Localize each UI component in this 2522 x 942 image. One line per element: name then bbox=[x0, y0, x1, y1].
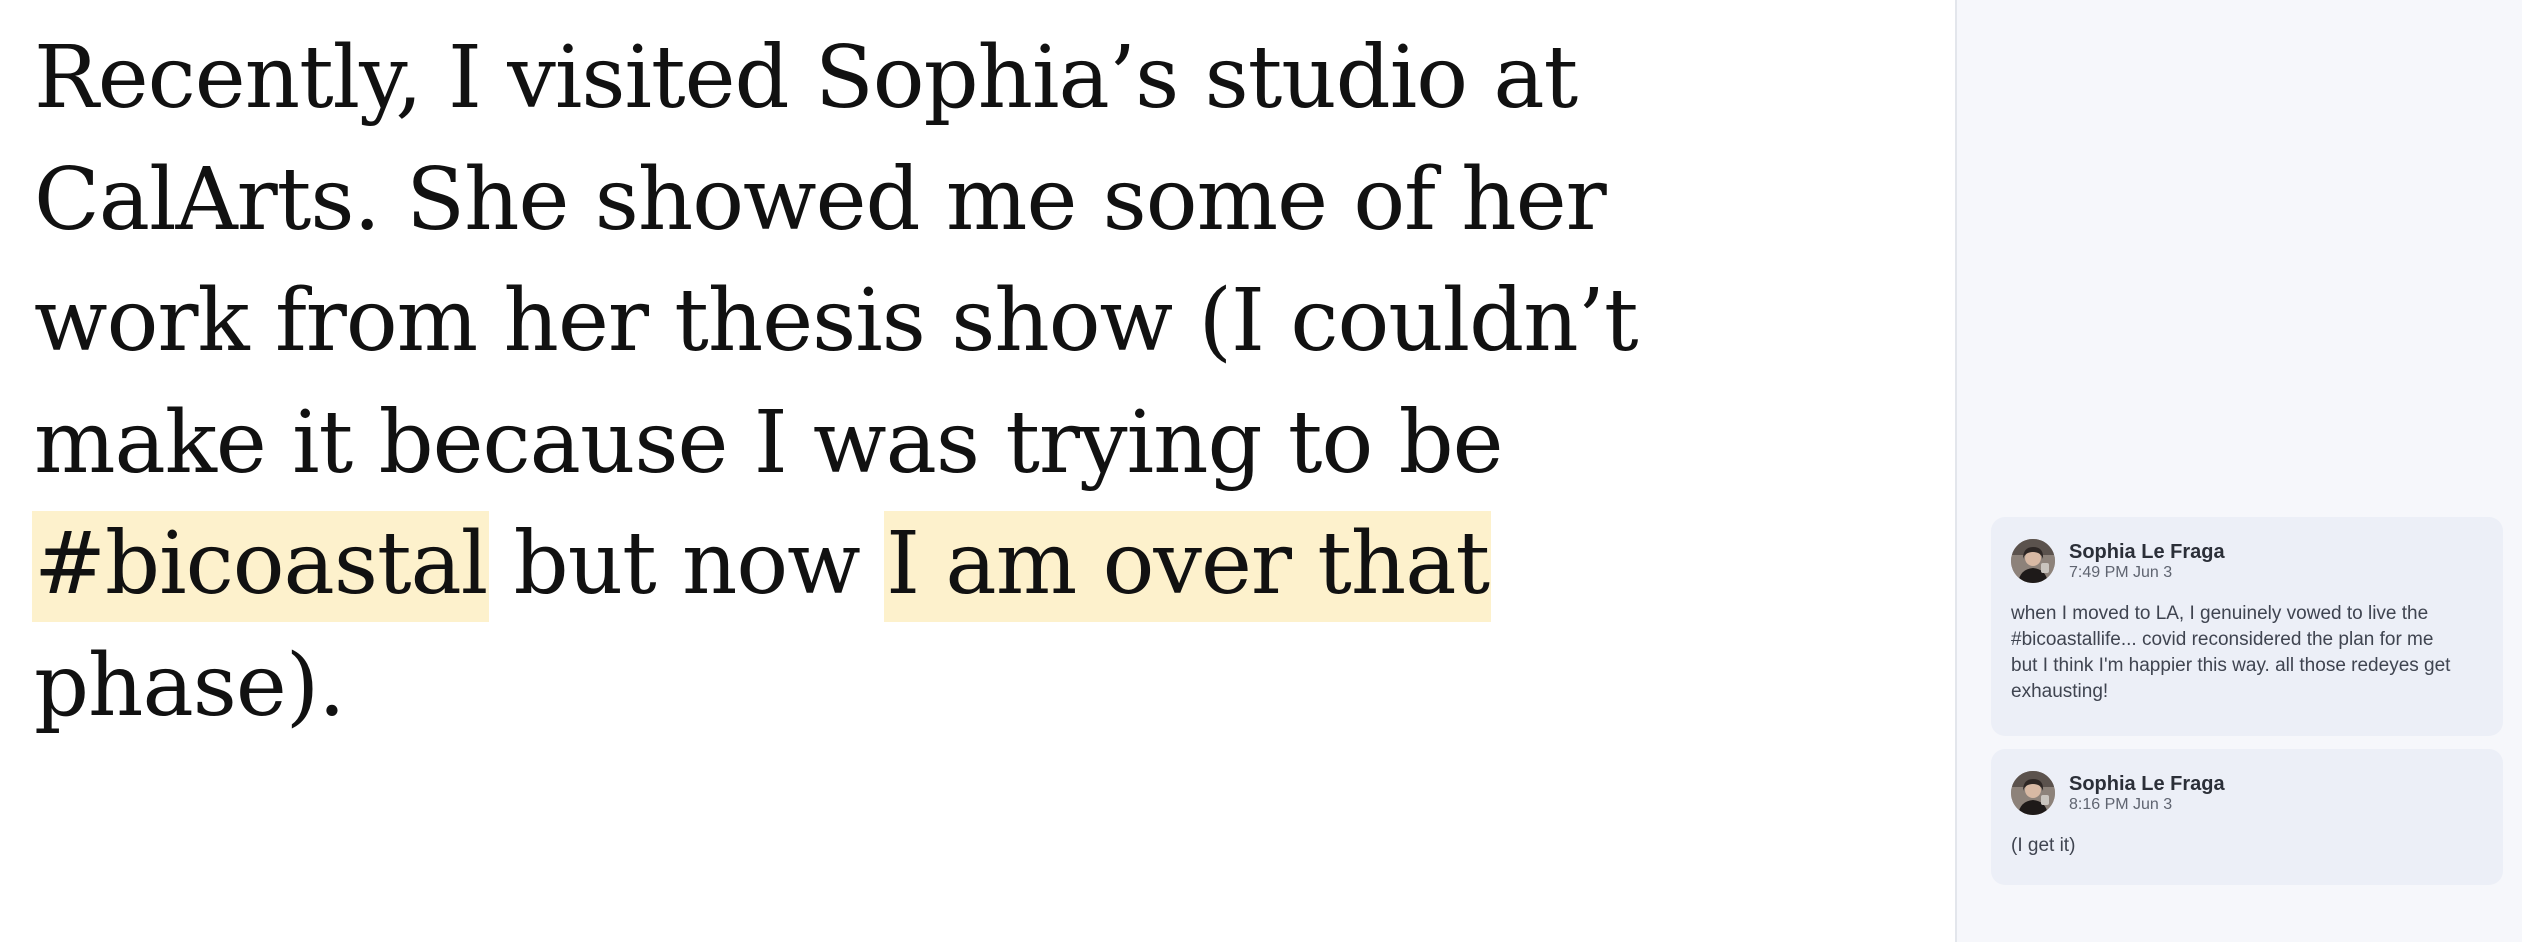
user-avatar-icon bbox=[2011, 771, 2055, 815]
comment-timestamp: 7:49 PM Jun 3 bbox=[2069, 563, 2173, 581]
comments-sidebar: Sophia Le Fraga 7:49 PM Jun 3 when I mov… bbox=[1957, 0, 2522, 942]
document-paragraph: Recently, I visited Sophia’s studio at C… bbox=[32, 18, 1654, 747]
page: Recently, I visited Sophia’s studio at C… bbox=[0, 0, 2522, 942]
comment-card[interactable]: Sophia Le Fraga 7:49 PM Jun 3 when I mov… bbox=[1991, 517, 2503, 736]
user-avatar-icon bbox=[2011, 539, 2055, 583]
comment-card[interactable]: Sophia Le Fraga 8:16 PM Jun 3 (I get it) bbox=[1991, 749, 2503, 885]
comment-body: (I get it) bbox=[2011, 835, 2076, 856]
comment-timestamp: 8:16 PM Jun 3 bbox=[2069, 795, 2173, 813]
document-area: Recently, I visited Sophia’s studio at C… bbox=[0, 0, 1955, 942]
comment-author: Sophia Le Fraga bbox=[2069, 772, 2225, 795]
comment-header: Sophia Le Fraga 7:49 PM Jun 3 bbox=[2011, 539, 2483, 583]
comment-meta: Sophia Le Fraga 7:49 PM Jun 3 bbox=[2069, 541, 2225, 582]
comment-body: when I moved to LA, I genuinely vowed to… bbox=[2011, 603, 2451, 702]
comment-meta: Sophia Le Fraga 8:16 PM Jun 3 bbox=[2069, 773, 2225, 814]
paragraph-text-end: phase). bbox=[34, 635, 346, 736]
paragraph-text-start: Recently, I visited Sophia’s studio at C… bbox=[34, 28, 1639, 493]
comment-header: Sophia Le Fraga 8:16 PM Jun 3 bbox=[2011, 771, 2483, 815]
paragraph-text-middle: but now bbox=[487, 514, 887, 614]
highlight-bicoastal[interactable]: #bicoastal bbox=[32, 511, 490, 622]
highlight-over-that[interactable]: I am over that bbox=[884, 511, 1492, 622]
comment-author: Sophia Le Fraga bbox=[2069, 540, 2225, 563]
